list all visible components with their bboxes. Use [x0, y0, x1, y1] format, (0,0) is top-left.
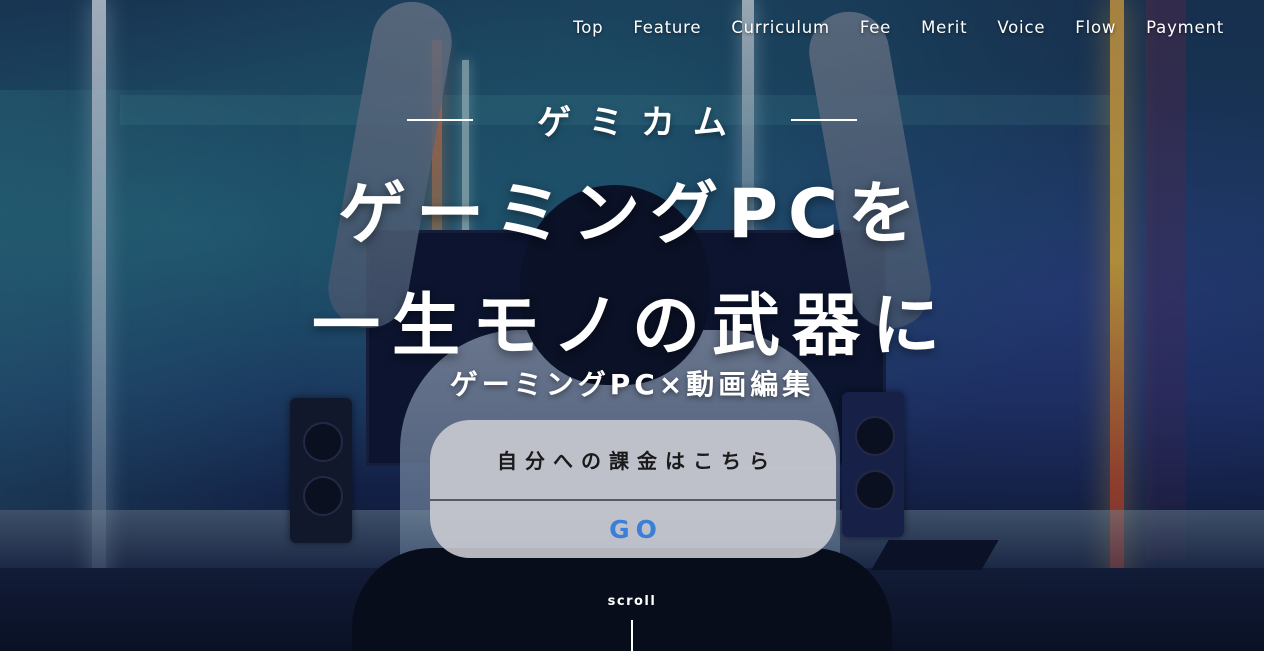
nav-link-voice[interactable]: Voice — [997, 17, 1045, 39]
cta-go-label: GO — [609, 515, 663, 544]
nav-link-feature[interactable]: Feature — [633, 17, 701, 39]
scroll-indicator-line — [631, 620, 633, 651]
nav-link-fee[interactable]: Fee — [860, 17, 891, 39]
nav-link-curriculum[interactable]: Curriculum — [731, 17, 829, 39]
top-nav: Top Feature Curriculum Fee Merit Voice F… — [573, 17, 1224, 39]
cta-button[interactable]: 自分への課金はこちら GO — [430, 420, 836, 558]
nav-link-merit[interactable]: Merit — [921, 17, 967, 39]
nav-link-payment[interactable]: Payment — [1146, 17, 1224, 39]
nav-link-top[interactable]: Top — [573, 17, 603, 39]
brand-divider-left — [407, 118, 474, 121]
hero-headline-line2: 一生モノの武器に — [311, 287, 952, 366]
brand-divider-right — [790, 118, 857, 121]
brand-row: ゲミカム — [0, 95, 1264, 144]
cta-label: 自分への課金はこちら — [497, 449, 777, 473]
scroll-indicator-label[interactable]: scroll — [0, 594, 1264, 609]
brand-name: ゲミカム — [537, 103, 745, 143]
hero-headline-line1: ゲーミングPCを — [338, 175, 926, 254]
nav-link-flow[interactable]: Flow — [1075, 17, 1116, 39]
hero-subheadline: ゲーミングPC×動画編集 — [449, 368, 815, 401]
